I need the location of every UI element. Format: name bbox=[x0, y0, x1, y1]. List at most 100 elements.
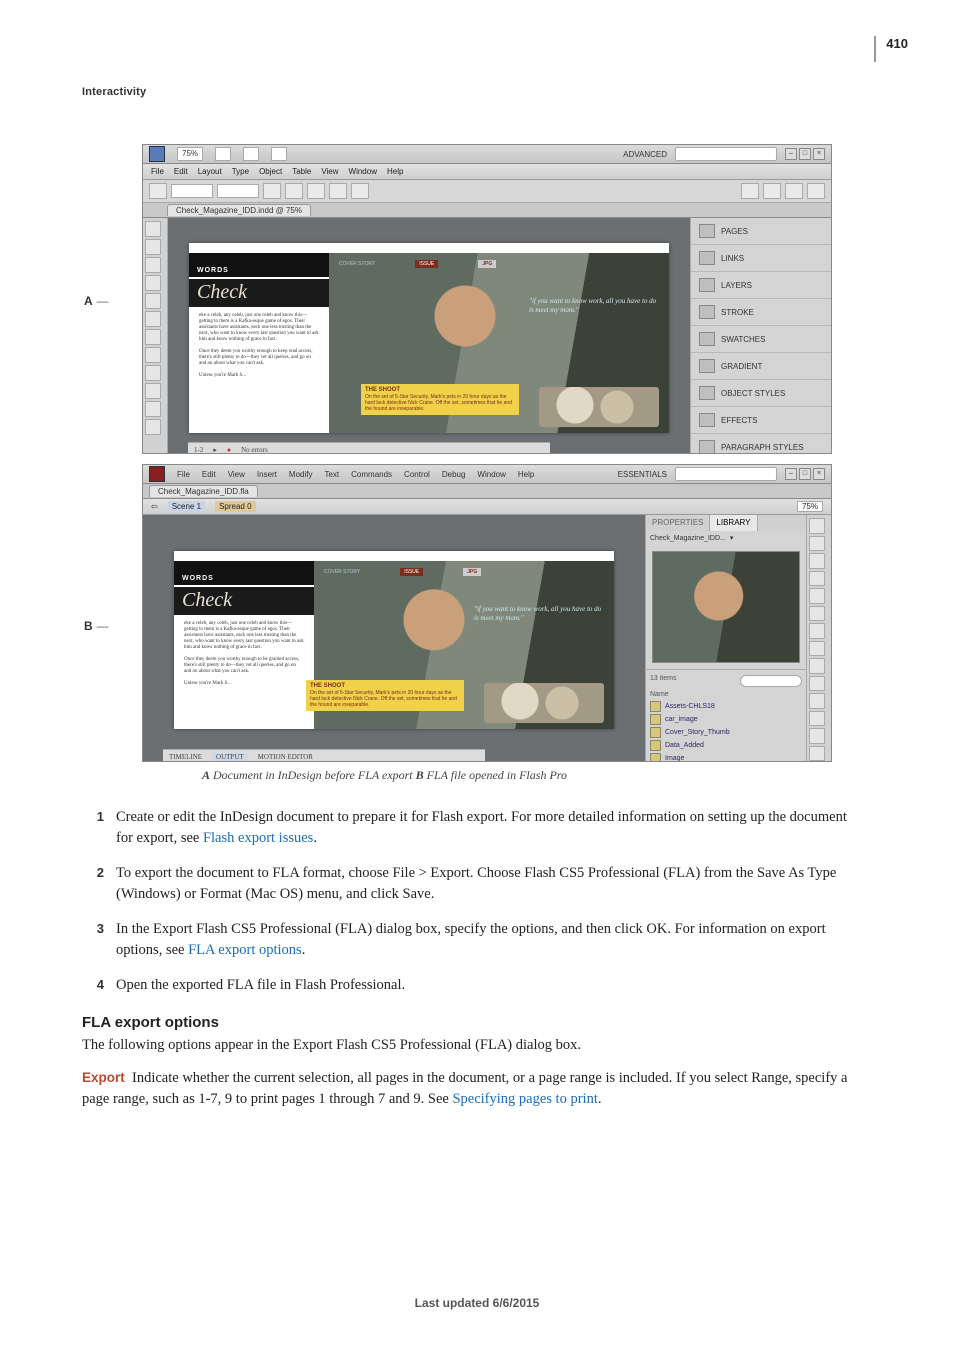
preflight-status[interactable]: ● bbox=[227, 446, 231, 454]
tool-icon[interactable] bbox=[809, 606, 825, 622]
control-icon[interactable] bbox=[263, 183, 281, 199]
library-item[interactable]: Cover_Story_Thumb bbox=[650, 726, 802, 739]
link-fla-export-options[interactable]: FLA export options bbox=[188, 942, 302, 958]
tool-icon[interactable] bbox=[809, 518, 825, 534]
library-doc-select[interactable]: Check_Magazine_IDD...▾ bbox=[646, 531, 806, 545]
menu-item[interactable]: View bbox=[228, 470, 245, 479]
control-icon[interactable] bbox=[329, 183, 347, 199]
panel-item[interactable]: PARAGRAPH STYLES bbox=[691, 434, 831, 454]
menu-item[interactable]: Window bbox=[349, 167, 377, 176]
menu-item[interactable]: File bbox=[177, 470, 190, 479]
menu-item[interactable]: Layout bbox=[198, 167, 222, 176]
menu-item[interactable]: Modify bbox=[289, 470, 313, 479]
timeline-tab[interactable]: TIMELINE bbox=[169, 753, 202, 761]
menu-item[interactable]: Control bbox=[404, 470, 430, 479]
tool-icon[interactable] bbox=[145, 329, 161, 345]
tool-icon[interactable] bbox=[809, 728, 825, 744]
menu-item[interactable]: Edit bbox=[174, 167, 188, 176]
control-icon[interactable] bbox=[741, 183, 759, 199]
view-mode-icon[interactable] bbox=[215, 147, 231, 161]
menu-item[interactable]: Help bbox=[518, 470, 534, 479]
canvas[interactable]: WORDS Check COVER STORY ISSUE JPG "if yo… bbox=[143, 515, 645, 762]
tool-icon[interactable] bbox=[809, 588, 825, 604]
timeline-tab[interactable]: OUTPUT bbox=[212, 753, 248, 761]
tool-icon[interactable] bbox=[809, 641, 825, 657]
document-tab[interactable]: Check_Magazine_IDD.indd @ 75% bbox=[167, 204, 311, 216]
control-icon[interactable] bbox=[149, 183, 167, 199]
tool-icon[interactable] bbox=[145, 365, 161, 381]
tool-icon[interactable] bbox=[809, 536, 825, 552]
tool-icon[interactable] bbox=[809, 693, 825, 709]
menu-item[interactable]: View bbox=[321, 167, 338, 176]
menu-item[interactable]: Help bbox=[387, 167, 403, 176]
tool-icon[interactable] bbox=[145, 275, 161, 291]
menu-item[interactable]: Text bbox=[324, 470, 339, 479]
menu-item[interactable]: Table bbox=[292, 167, 311, 176]
page-indicator[interactable]: 1-2 bbox=[194, 446, 203, 454]
panel-tab[interactable]: LIBRARY bbox=[710, 515, 757, 531]
control-field[interactable] bbox=[217, 184, 259, 198]
control-icon[interactable] bbox=[285, 183, 303, 199]
tool-icon[interactable] bbox=[145, 239, 161, 255]
menu-item[interactable]: Debug bbox=[442, 470, 466, 479]
search-input[interactable] bbox=[675, 147, 777, 161]
workspace-switcher[interactable]: ESSENTIALS bbox=[618, 470, 667, 479]
zoom-field[interactable]: 75% bbox=[177, 147, 203, 161]
control-icon[interactable] bbox=[351, 183, 369, 199]
panel-item[interactable]: GRADIENT bbox=[691, 353, 831, 380]
library-item[interactable]: car_image bbox=[650, 713, 802, 726]
menu-item[interactable]: Insert bbox=[257, 470, 277, 479]
menu-item[interactable]: Window bbox=[477, 470, 505, 479]
workspace-switcher[interactable]: ADVANCED bbox=[623, 150, 667, 159]
menu-item[interactable]: File bbox=[151, 167, 164, 176]
tool-icon[interactable] bbox=[809, 711, 825, 727]
tool-icon[interactable] bbox=[145, 221, 161, 237]
library-name-header[interactable]: Name bbox=[650, 691, 669, 698]
tool-icon[interactable] bbox=[809, 553, 825, 569]
control-icon[interactable] bbox=[763, 183, 781, 199]
link-flash-export-issues[interactable]: Flash export issues bbox=[203, 830, 313, 846]
tool-icon[interactable] bbox=[809, 676, 825, 692]
tool-icon[interactable] bbox=[809, 658, 825, 674]
search-input[interactable] bbox=[675, 467, 777, 481]
tool-icon[interactable] bbox=[809, 571, 825, 587]
control-icon[interactable] bbox=[307, 183, 325, 199]
menu-item[interactable]: Edit bbox=[202, 470, 216, 479]
library-item[interactable]: Data_Added bbox=[650, 739, 802, 752]
panel-item[interactable]: SWATCHES bbox=[691, 326, 831, 353]
scene-crumb[interactable]: Scene 1 bbox=[168, 501, 205, 512]
menu-item[interactable]: Type bbox=[232, 167, 249, 176]
control-field[interactable] bbox=[171, 184, 213, 198]
tool-icon[interactable] bbox=[809, 623, 825, 639]
link-specifying-pages-to-print[interactable]: Specifying pages to print bbox=[452, 1091, 597, 1107]
control-icon[interactable] bbox=[785, 183, 803, 199]
tool-icon[interactable] bbox=[809, 746, 825, 762]
menu-item[interactable]: Object bbox=[259, 167, 282, 176]
zoom-field[interactable]: 75% bbox=[797, 501, 823, 512]
panel-item[interactable]: PAGES bbox=[691, 218, 831, 245]
tool-icon[interactable] bbox=[145, 383, 161, 399]
library-item[interactable]: Image bbox=[650, 752, 802, 762]
control-icon[interactable] bbox=[807, 183, 825, 199]
timeline-tab[interactable]: MOTION EDITOR bbox=[258, 753, 313, 761]
window-controls[interactable]: –□× bbox=[785, 148, 825, 160]
library-search[interactable] bbox=[740, 675, 802, 687]
library-item[interactable]: Assets-CHLS18 bbox=[650, 700, 802, 713]
symbol-crumb[interactable]: Spread 0 bbox=[215, 501, 255, 512]
window-controls[interactable]: –□× bbox=[785, 468, 825, 480]
panel-item[interactable]: OBJECT STYLES bbox=[691, 380, 831, 407]
panel-item[interactable]: LINKS bbox=[691, 245, 831, 272]
menu-item[interactable]: Commands bbox=[351, 470, 392, 479]
tool-icon[interactable] bbox=[145, 347, 161, 363]
tool-icon[interactable] bbox=[145, 401, 161, 417]
tool-icon[interactable] bbox=[145, 419, 161, 435]
tool-icon[interactable] bbox=[145, 293, 161, 309]
document-tab[interactable]: Check_Magazine_IDD.fla bbox=[149, 485, 258, 497]
screen-mode-icon[interactable] bbox=[243, 147, 259, 161]
tool-icon[interactable] bbox=[145, 257, 161, 273]
canvas[interactable]: WORDS Check COVER STORY ISSUE JPG "if yo… bbox=[168, 218, 690, 454]
panel-tab[interactable]: PROPERTIES bbox=[646, 515, 710, 531]
panel-item[interactable]: EFFECTS bbox=[691, 407, 831, 434]
panel-item[interactable]: LAYERS bbox=[691, 272, 831, 299]
arrange-icon[interactable] bbox=[271, 147, 287, 161]
